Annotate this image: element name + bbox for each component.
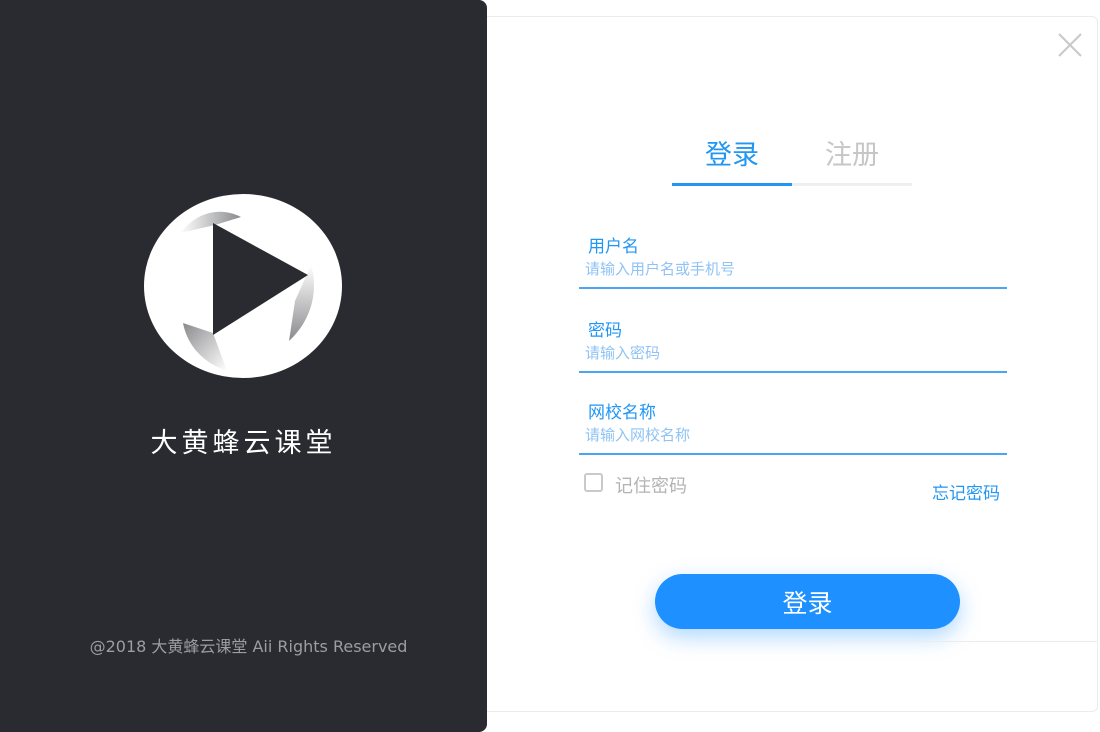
brand-panel: 大黄蜂云课堂 @2018 大黄蜂云课堂 Aii Rights Reserved — [0, 0, 487, 732]
school-underline — [579, 453, 1007, 455]
remember-checkbox[interactable] — [584, 473, 603, 492]
username-input[interactable] — [585, 258, 995, 280]
password-label: 密码 — [588, 321, 622, 341]
close-icon[interactable] — [1055, 30, 1085, 60]
login-submit-button[interactable]: 登录 — [655, 574, 960, 629]
divider — [826, 641, 1098, 642]
remember-label: 记住密码 — [615, 476, 687, 497]
copyright-text: @2018 大黄蜂云课堂 Aii Rights Reserved — [89, 637, 408, 656]
tab-register[interactable]: 注册 — [792, 133, 912, 171]
login-window: 大黄蜂云课堂 @2018 大黄蜂云课堂 Aii Rights Reserved … — [0, 0, 1100, 732]
forgot-password-link[interactable]: 忘记密码 — [932, 479, 1000, 504]
password-field-group: 密码 — [579, 316, 1007, 392]
play-circle-icon — [144, 194, 342, 378]
password-underline — [579, 371, 1007, 373]
username-label: 用户名 — [588, 237, 639, 257]
password-input[interactable] — [585, 342, 995, 364]
school-field-group: 网校名称 — [579, 398, 1007, 474]
school-label: 网校名称 — [588, 403, 656, 423]
username-field-group: 用户名 — [579, 232, 1007, 308]
school-input[interactable] — [585, 424, 995, 446]
username-underline — [579, 287, 1007, 289]
brand-name: 大黄蜂云课堂 — [150, 428, 337, 459]
tab-active-indicator — [672, 183, 792, 186]
tab-login[interactable]: 登录 — [672, 133, 792, 171]
